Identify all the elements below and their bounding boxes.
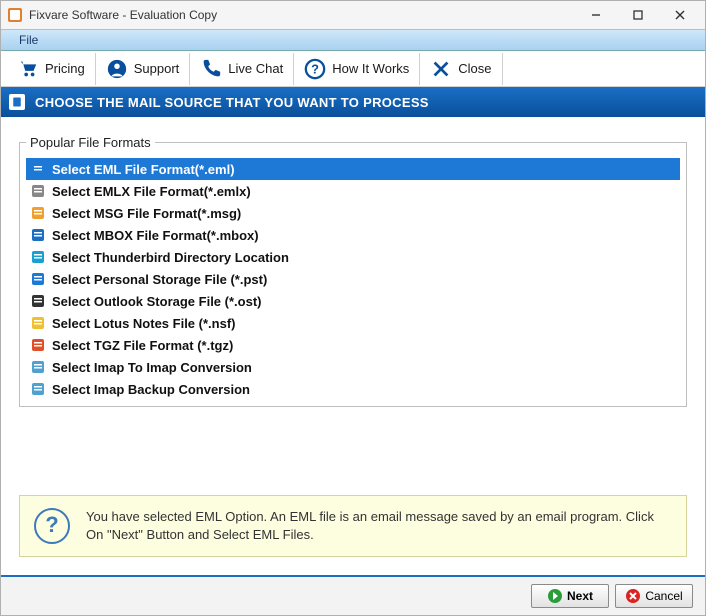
cancel-button[interactable]: Cancel bbox=[615, 584, 693, 608]
hint-panel: ? You have selected EML Option. An EML f… bbox=[19, 495, 687, 557]
pricing-button[interactable]: Pricing bbox=[7, 53, 96, 85]
next-label: Next bbox=[567, 589, 593, 603]
close-icon bbox=[430, 58, 452, 80]
file-type-icon bbox=[30, 161, 46, 177]
svg-text:?: ? bbox=[311, 61, 319, 76]
close-label: Close bbox=[458, 61, 491, 76]
format-item-label: Select TGZ File Format (*.tgz) bbox=[52, 338, 233, 353]
phone-icon bbox=[200, 58, 222, 80]
maximize-button[interactable] bbox=[617, 2, 659, 28]
formats-group: Popular File Formats Select EML File For… bbox=[19, 135, 687, 407]
formats-legend: Popular File Formats bbox=[26, 135, 155, 150]
banner-text: CHOOSE THE MAIL SOURCE THAT YOU WANT TO … bbox=[35, 95, 429, 110]
livechat-label: Live Chat bbox=[228, 61, 283, 76]
format-item-label: Select Outlook Storage File (*.ost) bbox=[52, 294, 261, 309]
arrow-right-icon bbox=[547, 588, 563, 604]
file-type-icon bbox=[30, 205, 46, 221]
support-label: Support bbox=[134, 61, 180, 76]
info-icon: ? bbox=[34, 508, 70, 544]
close-app-button[interactable]: Close bbox=[420, 53, 502, 85]
file-type-icon bbox=[30, 359, 46, 375]
file-type-icon bbox=[30, 183, 46, 199]
format-item-label: Select Imap To Imap Conversion bbox=[52, 360, 252, 375]
file-type-icon bbox=[30, 381, 46, 397]
format-item[interactable]: Select Outlook Storage File (*.ost) bbox=[26, 290, 680, 312]
cancel-icon bbox=[625, 588, 641, 604]
support-button[interactable]: Support bbox=[96, 53, 191, 85]
cart-icon bbox=[17, 58, 39, 80]
format-item[interactable]: Select EML File Format(*.eml) bbox=[26, 158, 680, 180]
question-icon: ? bbox=[304, 58, 326, 80]
footer: Next Cancel bbox=[1, 575, 705, 615]
pricing-label: Pricing bbox=[45, 61, 85, 76]
format-item[interactable]: Select Imap Backup Conversion bbox=[26, 378, 680, 400]
minimize-button[interactable] bbox=[575, 2, 617, 28]
toolbar: Pricing Support Live Chat ? How It Works… bbox=[1, 51, 705, 87]
menubar: File bbox=[1, 29, 705, 51]
format-item-label: Select EMLX File Format(*.emlx) bbox=[52, 184, 251, 199]
format-item[interactable]: Select Thunderbird Directory Location bbox=[26, 246, 680, 268]
format-item[interactable]: Select MBOX File Format(*.mbox) bbox=[26, 224, 680, 246]
format-item-label: Select MSG File Format(*.msg) bbox=[52, 206, 241, 221]
format-item[interactable]: Select Lotus Notes File (*.nsf) bbox=[26, 312, 680, 334]
file-type-icon bbox=[30, 293, 46, 309]
format-item[interactable]: Select MSG File Format(*.msg) bbox=[26, 202, 680, 224]
file-type-icon bbox=[30, 315, 46, 331]
app-icon bbox=[7, 7, 23, 23]
hint-text: You have selected EML Option. An EML fil… bbox=[86, 508, 672, 544]
format-item[interactable]: Select Personal Storage File (*.pst) bbox=[26, 268, 680, 290]
format-item-label: Select Lotus Notes File (*.nsf) bbox=[52, 316, 235, 331]
howitworks-label: How It Works bbox=[332, 61, 409, 76]
document-icon bbox=[9, 94, 25, 110]
content-area: Popular File Formats Select EML File For… bbox=[1, 117, 705, 575]
window-title: Fixvare Software - Evaluation Copy bbox=[29, 8, 217, 22]
menu-file[interactable]: File bbox=[11, 31, 46, 49]
format-item[interactable]: Select Imap To Imap Conversion bbox=[26, 356, 680, 378]
banner: CHOOSE THE MAIL SOURCE THAT YOU WANT TO … bbox=[1, 87, 705, 117]
headset-icon bbox=[106, 58, 128, 80]
next-button[interactable]: Next bbox=[531, 584, 609, 608]
file-type-icon bbox=[30, 337, 46, 353]
file-type-icon bbox=[30, 227, 46, 243]
format-item-label: Select EML File Format(*.eml) bbox=[52, 162, 235, 177]
format-item[interactable]: Select TGZ File Format (*.tgz) bbox=[26, 334, 680, 356]
cancel-label: Cancel bbox=[645, 589, 682, 603]
format-item-label: Select Personal Storage File (*.pst) bbox=[52, 272, 267, 287]
format-item[interactable]: Select EMLX File Format(*.emlx) bbox=[26, 180, 680, 202]
format-item-label: Select MBOX File Format(*.mbox) bbox=[52, 228, 259, 243]
formats-list: Select EML File Format(*.eml) Select EMLX… bbox=[26, 158, 680, 400]
close-window-button[interactable] bbox=[659, 2, 701, 28]
howitworks-button[interactable]: ? How It Works bbox=[294, 53, 420, 85]
livechat-button[interactable]: Live Chat bbox=[190, 53, 294, 85]
titlebar: Fixvare Software - Evaluation Copy bbox=[1, 1, 705, 29]
file-type-icon bbox=[30, 271, 46, 287]
file-type-icon bbox=[30, 249, 46, 265]
format-item-label: Select Thunderbird Directory Location bbox=[52, 250, 289, 265]
format-item-label: Select Imap Backup Conversion bbox=[52, 382, 250, 397]
